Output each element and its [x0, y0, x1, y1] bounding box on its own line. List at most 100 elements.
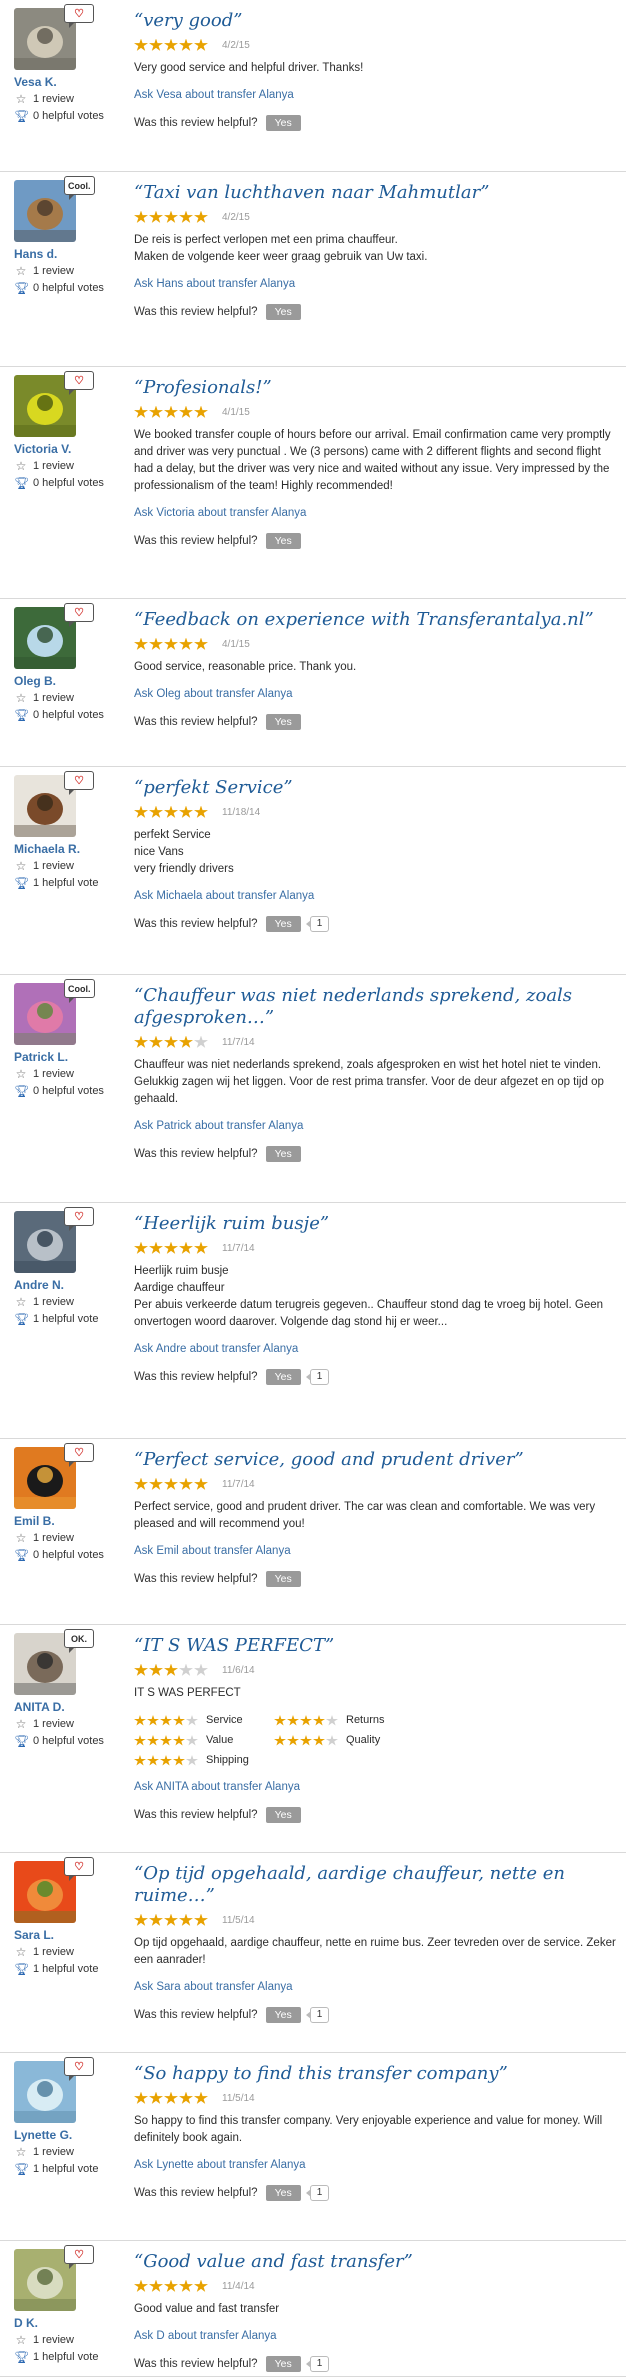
ask-member-link[interactable]: Ask Hans about transfer Alanya — [134, 278, 616, 290]
yes-button[interactable]: Yes — [265, 916, 301, 932]
review-text: perfekt Service nice Vans very friendly dr… — [134, 827, 616, 878]
review-count-label: 1 review — [33, 93, 74, 105]
review-title-link[interactable]: “Feedback on experience with Transferant… — [134, 609, 594, 630]
yes-button[interactable]: Yes — [265, 304, 301, 320]
trophy-icon: 🏆︎ — [14, 2162, 30, 2176]
review-text-line: IT S WAS PERFECT — [134, 1687, 241, 1699]
trophy-icon: 🏆︎ — [14, 1312, 30, 1326]
ask-member-link[interactable]: Ask ANITA about transfer Alanya — [134, 1781, 616, 1793]
rating-line: 4/2/15 — [134, 38, 616, 52]
ask-member-link[interactable]: Ask D about transfer Alanya — [134, 2330, 616, 2342]
star-filled-icon — [173, 1715, 185, 1726]
review-title-link[interactable]: “So happy to find this transfer company” — [134, 2063, 508, 2084]
star-filled-icon — [164, 2279, 178, 2292]
review-title-link[interactable]: “perfekt Service” — [134, 777, 293, 798]
star-outline-icon: ☆ — [15, 2145, 27, 2159]
yes-button[interactable]: Yes — [265, 533, 301, 549]
star-outline-icon: ☆ — [15, 264, 27, 278]
member-name-link[interactable]: Michaela R. — [14, 842, 124, 856]
star-filled-icon — [160, 1755, 172, 1766]
star-filled-icon — [274, 1735, 286, 1746]
sub-rating: Shipping — [134, 1752, 274, 1769]
review-count-label: 1 review — [33, 1068, 74, 1080]
yes-button[interactable]: Yes — [265, 714, 301, 730]
member-name-link[interactable]: Vesa K. — [14, 75, 124, 89]
helpful-question: Was this review helpful? — [134, 1573, 258, 1585]
star-filled-icon — [179, 210, 193, 223]
review-title-link[interactable]: “Perfect service, good and prudent drive… — [134, 1449, 524, 1470]
ask-member-link[interactable]: Ask Oleg about transfer Alanya — [134, 688, 616, 700]
rating-stars — [134, 210, 208, 224]
review-date: 11/18/14 — [222, 806, 261, 818]
review-count: ☆ 1 review — [14, 859, 124, 873]
helpful-votes: 🏆︎ 1 helpful vote — [14, 2162, 124, 2176]
star-outline-icon: ☆ — [15, 859, 27, 873]
star-filled-icon — [134, 805, 148, 818]
yes-button[interactable]: Yes — [265, 1571, 301, 1587]
member-name-link[interactable]: Oleg B. — [14, 674, 124, 688]
review-title-link[interactable]: “Profesionals!” — [134, 377, 272, 398]
review-title-link[interactable]: “Heerlijk ruim busje” — [134, 1213, 329, 1234]
ask-member-link[interactable]: Ask Patrick about transfer Alanya — [134, 1120, 616, 1132]
helpful-question: Was this review helpful? — [134, 117, 258, 129]
ask-member-link[interactable]: Ask Sara about transfer Alanya — [134, 1981, 616, 1993]
review-body: “Profesionals!” 4/1/15 We booked transfer … — [134, 377, 616, 549]
star-filled-icon — [134, 637, 148, 650]
helpful-question: Was this review helpful? — [134, 1371, 258, 1383]
ask-member-link[interactable]: Ask Andre about transfer Alanya — [134, 1343, 616, 1355]
star-filled-icon — [134, 1735, 146, 1746]
review-title-link[interactable]: “very good” — [134, 10, 242, 31]
yes-button[interactable]: Yes — [265, 1146, 301, 1162]
heart-badge-icon: ♡ — [64, 2245, 94, 2269]
review-count-label: 1 review — [33, 1296, 74, 1308]
star-filled-icon — [179, 405, 193, 418]
rating-stars — [134, 2091, 208, 2105]
heart-badge-icon: ♡ — [64, 4, 94, 28]
review-title-link[interactable]: “IT S WAS PERFECT” — [134, 1635, 334, 1656]
yes-button[interactable]: Yes — [265, 1807, 301, 1823]
helpful-votes: 🏆︎ 0 helpful votes — [14, 1734, 124, 1748]
yes-button[interactable]: Yes — [265, 2185, 301, 2201]
star-filled-icon — [194, 2091, 208, 2104]
yes-button[interactable]: Yes — [265, 115, 301, 131]
star-filled-icon — [179, 2091, 193, 2104]
member-name-link[interactable]: Lynette G. — [14, 2128, 124, 2142]
review-text-line: So happy to find this transfer company. … — [134, 2115, 603, 2144]
member-name-link[interactable]: Hans d. — [14, 247, 124, 261]
review-count: ☆ 1 review — [14, 691, 124, 705]
member-name-link[interactable]: D K. — [14, 2316, 124, 2330]
member-name-link[interactable]: Emil B. — [14, 1514, 124, 1528]
yes-button[interactable]: Yes — [265, 2007, 301, 2023]
helpful-question: Was this review helpful? — [134, 1809, 258, 1821]
member-info: ♡ Victoria V. ☆ 1 review 🏆︎ 0 helpful votes — [14, 371, 124, 490]
review-body: “perfekt Service” 11/18/14 perfekt Service… — [134, 777, 616, 932]
review-title-link[interactable]: “Op tijd opgehaald, aardige chauffeur, n… — [134, 1863, 565, 1906]
badge-label: Cool. — [64, 176, 95, 200]
review-title-link[interactable]: “Good value and fast transfer” — [134, 2251, 413, 2272]
review-card: ♡ Oleg B. ☆ 1 review 🏆︎ 0 helpful votes “Feedb… — [0, 599, 626, 767]
review-title-link[interactable]: “Chauffeur was niet nederlands sprekend,… — [134, 985, 572, 1028]
member-info: Cool. Hans d. ☆ 1 review 🏆︎ 0 helpful votes — [14, 176, 124, 295]
member-name-link[interactable]: Sara L. — [14, 1928, 124, 1942]
helpful-question: Was this review helpful? — [134, 2009, 258, 2021]
ask-member-link[interactable]: Ask Vesa about transfer Alanya — [134, 89, 616, 101]
member-name-link[interactable]: Andre N. — [14, 1278, 124, 1292]
review-count: ☆ 1 review — [14, 1945, 124, 1959]
review-title-link[interactable]: “Taxi van luchthaven naar Mahmutlar” — [134, 182, 489, 203]
review-date: 11/5/14 — [222, 2092, 255, 2104]
ask-member-link[interactable]: Ask Emil about transfer Alanya — [134, 1545, 616, 1557]
helpful-votes-label: 1 helpful vote — [33, 2351, 99, 2363]
ask-member-link[interactable]: Ask Lynette about transfer Alanya — [134, 2159, 616, 2171]
star-filled-icon — [194, 1477, 208, 1490]
yes-button[interactable]: Yes — [265, 2356, 301, 2372]
member-name-link[interactable]: Patrick L. — [14, 1050, 124, 1064]
member-name-link[interactable]: ANITA D. — [14, 1700, 124, 1714]
sub-ratings: Service Returns Value Quality Shipping — [134, 1712, 616, 1769]
ask-member-link[interactable]: Ask Victoria about transfer Alanya — [134, 507, 616, 519]
ask-member-link[interactable]: Ask Michaela about transfer Alanya — [134, 890, 616, 902]
helpful-votes: 🏆︎ 0 helpful votes — [14, 1084, 124, 1098]
rating-line: 4/1/15 — [134, 637, 616, 651]
star-empty-icon — [186, 1735, 198, 1746]
yes-button[interactable]: Yes — [265, 1369, 301, 1385]
member-name-link[interactable]: Victoria V. — [14, 442, 124, 456]
